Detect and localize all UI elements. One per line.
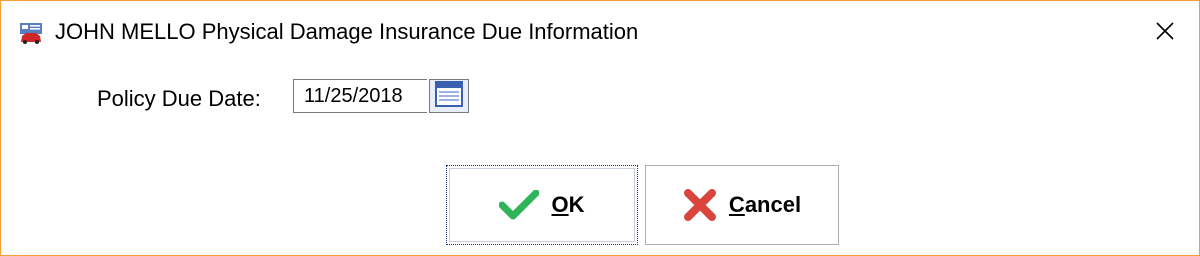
dialog-window: JOHN MELLO Physical Damage Insurance Due… [0, 0, 1200, 256]
date-picker-button[interactable] [429, 79, 469, 113]
policy-due-date-label: Policy Due Date: [97, 86, 261, 111]
ok-button[interactable]: OK [446, 165, 638, 245]
calendar-icon [435, 80, 463, 112]
ok-label: OK [551, 192, 585, 217]
x-icon [683, 188, 717, 222]
close-icon [1155, 21, 1175, 46]
window-title: JOHN MELLO Physical Damage Insurance Due… [55, 19, 639, 44]
cancel-button[interactable]: Cancel [645, 165, 839, 245]
title-bar[interactable]: JOHN MELLO Physical Damage Insurance Due… [1, 1, 1199, 65]
checkmark-icon [499, 190, 540, 220]
car-insurance-icon [19, 22, 43, 44]
cancel-label: Cancel [728, 192, 802, 217]
policy-due-date-input[interactable] [293, 79, 427, 113]
close-button[interactable] [1141, 11, 1189, 55]
